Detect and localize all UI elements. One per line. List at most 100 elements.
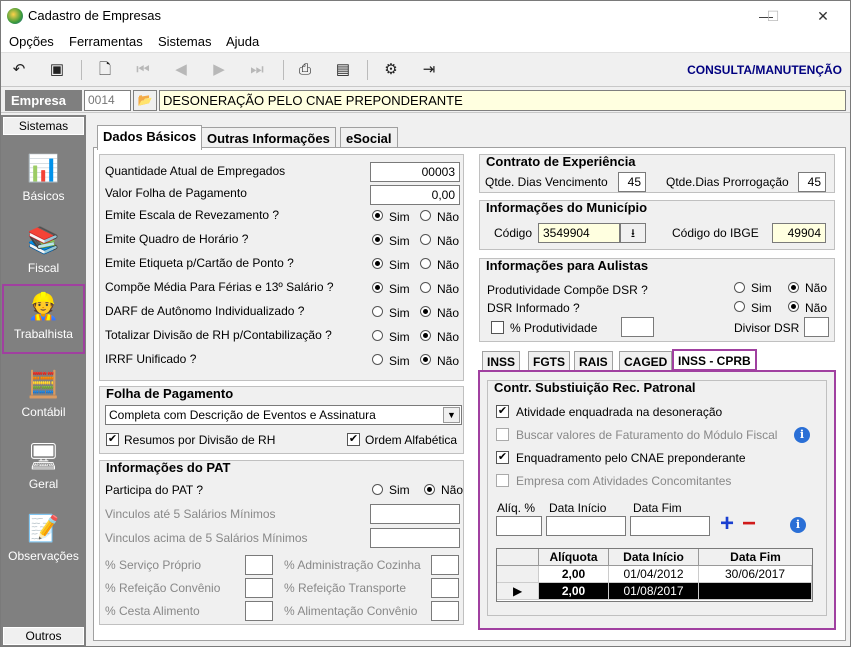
menu-sistemas[interactable]: Sistemas — [158, 34, 211, 49]
sidebar-footer[interactable]: Outros — [3, 627, 84, 645]
dsr-sim-radio[interactable] — [734, 301, 745, 312]
table-cell[interactable]: 01/04/2012 — [609, 566, 699, 583]
question-sim-radio[interactable] — [372, 306, 383, 317]
dsr-nao-radio[interactable] — [788, 301, 799, 312]
subtab-fgts[interactable]: FGTS — [528, 351, 570, 371]
question-nao-radio[interactable] — [420, 354, 431, 365]
employees-input[interactable]: 00003 — [370, 162, 460, 182]
remove-icon[interactable]: − — [742, 511, 756, 537]
tab-outras-informacoes[interactable]: Outras Informações — [201, 127, 336, 149]
table-cell[interactable] — [699, 583, 812, 600]
question-sim-radio[interactable] — [372, 258, 383, 269]
menu-ferramentas[interactable]: Ferramentas — [69, 34, 143, 49]
tab-dados-basicos[interactable]: Dados Básicos — [97, 125, 203, 150]
table-cell[interactable]: 2,00 — [539, 566, 609, 583]
maximize-button[interactable]: ☐ — [761, 5, 785, 27]
opt1-checkbox[interactable]: ✔ — [496, 405, 509, 418]
print-icon[interactable]: ⎙ — [293, 59, 317, 81]
resumos-checkbox[interactable]: ✔ — [106, 433, 119, 446]
question-sim-radio[interactable] — [372, 354, 383, 365]
menu-opcoes[interactable]: Opções — [9, 34, 54, 49]
row-indicator[interactable] — [497, 566, 539, 583]
inicio-input[interactable] — [546, 516, 626, 536]
sidebar-item-contabil[interactable]: 🧮 Contábil — [1, 361, 86, 431]
opt2-checkbox[interactable] — [496, 428, 509, 441]
menu-ajuda[interactable]: Ajuda — [226, 34, 259, 49]
folder-open-icon[interactable]: 📂 — [133, 90, 157, 111]
table-cell[interactable]: 2,00 — [539, 583, 609, 600]
previous-record-icon[interactable]: ◀ — [169, 59, 193, 81]
payroll-input[interactable]: 0,00 — [370, 185, 460, 205]
question-nao-radio[interactable] — [420, 330, 431, 341]
question-nao-radio[interactable] — [420, 282, 431, 293]
sidebar-item-fiscal[interactable]: 📚 Fiscal — [1, 217, 86, 287]
opt3-checkbox[interactable]: ✔ — [496, 451, 509, 464]
table-cell[interactable]: 01/08/2017 — [609, 583, 699, 600]
row-pointer-icon[interactable]: ▶ — [497, 583, 539, 600]
info-icon[interactable]: i — [794, 427, 810, 443]
prod-nao-radio[interactable] — [788, 282, 799, 293]
alfabetica-checkbox[interactable]: ✔ — [347, 433, 360, 446]
subtab-inss-cprb[interactable]: INSS - CPRB — [672, 349, 757, 371]
undo-icon[interactable]: ↶ — [7, 59, 31, 81]
exit-icon[interactable]: ⇥ — [417, 59, 441, 81]
question-sim-radio[interactable] — [372, 234, 383, 245]
save-icon[interactable]: ▣ — [45, 59, 69, 81]
question-sim-radio[interactable] — [372, 330, 383, 341]
question-nao-radio[interactable] — [420, 258, 431, 269]
sidebar-item-observacoes[interactable]: 📝 Observações — [1, 505, 86, 575]
codigo-input[interactable]: 3549904 — [538, 223, 620, 243]
perc-input[interactable] — [621, 317, 654, 337]
sidebar-header[interactable]: Sistemas — [3, 117, 84, 135]
question-nao-radio[interactable] — [420, 210, 431, 221]
company-code-field[interactable]: 0014 — [84, 90, 131, 111]
sidebar-item-trabalhista[interactable]: 👷 Trabalhista — [1, 283, 86, 355]
question-sim-radio[interactable] — [372, 282, 383, 293]
subtab-rais[interactable]: RAIS — [574, 351, 613, 371]
fim-input[interactable] — [630, 516, 710, 536]
question-sim-radio[interactable] — [372, 210, 383, 221]
admin-input[interactable] — [431, 555, 459, 575]
pat-nao-radio[interactable] — [424, 484, 435, 495]
refeicao-input[interactable] — [245, 578, 273, 598]
alimentacao-input[interactable] — [431, 601, 459, 621]
ibge-input[interactable]: 49904 — [772, 223, 826, 243]
table-cell[interactable]: 30/06/2017 — [699, 566, 812, 583]
sidebar-item-basicos[interactable]: 📊 Básicos — [1, 145, 86, 215]
pat-sim-radio[interactable] — [372, 484, 383, 495]
cesta-input[interactable] — [245, 601, 273, 621]
subtab-caged[interactable]: CAGED — [619, 351, 673, 371]
transporte-input[interactable] — [431, 578, 459, 598]
subtab-inss[interactable]: INSS — [482, 351, 521, 371]
vinc5plus-input[interactable] — [370, 528, 460, 548]
question-nao-radio[interactable] — [420, 306, 431, 317]
info-icon[interactable]: i — [790, 517, 806, 533]
col-fim[interactable]: Data Fim — [699, 549, 812, 566]
add-icon[interactable]: + — [720, 511, 734, 537]
divisor-input[interactable] — [804, 317, 829, 337]
folha-select[interactable]: Completa com Descrição de Eventos e Assi… — [105, 405, 462, 425]
perc-checkbox[interactable] — [491, 321, 504, 334]
close-button[interactable]: ✕ — [811, 5, 835, 27]
sidebar-item-geral[interactable]: 🖥 Geral — [1, 433, 86, 503]
servico-input[interactable] — [245, 555, 273, 575]
preview-icon[interactable]: 🗋 — [93, 59, 117, 81]
report-icon[interactable]: ▤ — [331, 59, 355, 81]
col-aliquota[interactable]: Alíquota — [539, 549, 609, 566]
company-name-field[interactable]: DESONERAÇÃO PELO CNAE PREPONDERANTE — [159, 90, 846, 111]
opt4-checkbox[interactable] — [496, 474, 509, 487]
vinc5-input[interactable] — [370, 504, 460, 524]
question-nao-radio[interactable] — [420, 234, 431, 245]
config-icon[interactable]: ⚙ — [379, 59, 403, 81]
next-record-icon[interactable]: ▶ — [207, 59, 231, 81]
prod-sim-radio[interactable] — [734, 282, 745, 293]
col-inicio[interactable]: Data Início — [609, 549, 699, 566]
chevron-down-icon[interactable]: ▼ — [443, 407, 460, 423]
tab-esocial[interactable]: eSocial — [340, 127, 398, 149]
download-arrow-icon[interactable]: ⭳ — [620, 223, 646, 243]
last-record-icon[interactable]: ⏭ — [245, 59, 269, 81]
venc-input[interactable]: 45 — [618, 172, 646, 192]
aliq-input[interactable] — [496, 516, 542, 536]
prorr-input[interactable]: 45 — [798, 172, 826, 192]
first-record-icon[interactable]: ⏮ — [131, 59, 155, 81]
